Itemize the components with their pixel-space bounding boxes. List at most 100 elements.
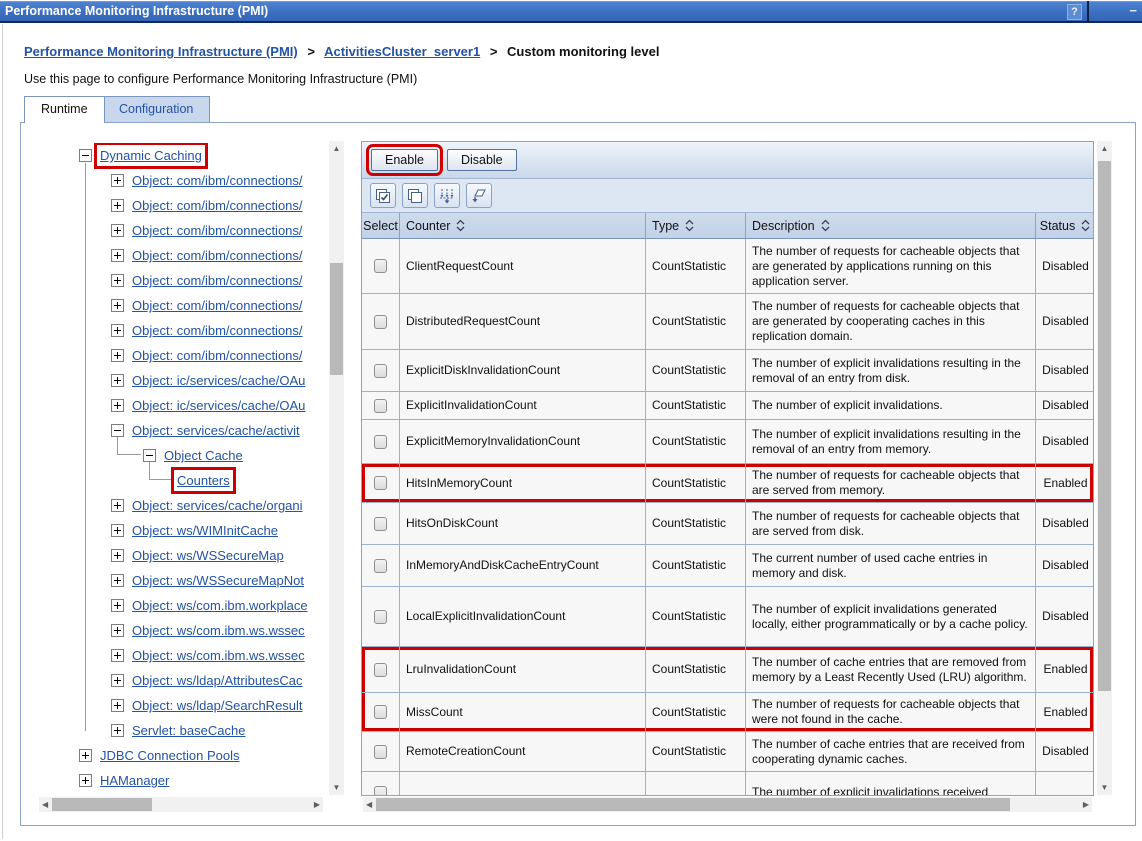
expand-icon[interactable] — [111, 599, 124, 612]
tree-link[interactable]: Object: com/ibm/connections/ — [132, 223, 303, 238]
sort-icon[interactable] — [455, 219, 466, 232]
tree-item[interactable]: Object: com/ibm/connections/ — [39, 168, 329, 193]
tree-item[interactable]: Object: com/ibm/connections/ — [39, 318, 329, 343]
column-header-status[interactable]: Status — [1036, 213, 1095, 238]
tab-configuration[interactable]: Configuration — [102, 96, 210, 123]
row-checkbox[interactable] — [374, 559, 387, 573]
collapse-icon[interactable] — [79, 149, 92, 162]
collapse-icon[interactable] — [111, 424, 124, 437]
expand-icon[interactable] — [111, 199, 124, 212]
select-all-icon[interactable] — [370, 183, 396, 208]
scroll-up-icon[interactable]: ▲ — [329, 144, 344, 153]
tree-link[interactable]: Object: com/ibm/connections/ — [132, 173, 303, 188]
expand-icon[interactable] — [111, 499, 124, 512]
expand-icon[interactable] — [111, 299, 124, 312]
help-icon[interactable]: ? — [1067, 4, 1082, 20]
sort-icon[interactable] — [820, 219, 831, 232]
tree-link[interactable]: Object: ic/services/cache/OAu — [132, 398, 305, 413]
expand-icon[interactable] — [111, 274, 124, 287]
tree-item[interactable]: Dynamic Caching — [39, 143, 329, 168]
clear-filter-icon[interactable] — [466, 183, 492, 208]
column-header-type[interactable]: Type — [646, 213, 746, 238]
tree-item[interactable]: Object: com/ibm/connections/ — [39, 218, 329, 243]
scroll-left-icon[interactable]: ◀ — [366, 800, 372, 809]
tree-item[interactable]: HAManager — [39, 768, 329, 793]
tree-item[interactable]: Object: ws/WSSecureMapNot — [39, 568, 329, 593]
tree-link[interactable]: Object: ws/WSSecureMapNot — [132, 573, 304, 588]
tree-link[interactable]: Object: ws/com.ibm.ws.wssec — [132, 623, 305, 638]
tree-horizontal-scrollbar[interactable]: ◀ ▶ — [39, 797, 323, 812]
tree-link[interactable]: Object: ic/services/cache/OAu — [132, 373, 305, 388]
expand-icon[interactable] — [111, 224, 124, 237]
tab-runtime[interactable]: Runtime — [24, 96, 105, 123]
tree-link[interactable]: Object: com/ibm/connections/ — [132, 323, 303, 338]
tree-vertical-scrollbar[interactable]: ▲ ▼ — [329, 141, 344, 795]
tree-item[interactable]: Object Cache — [39, 443, 329, 468]
tree-link[interactable]: Object: com/ibm/connections/ — [132, 273, 303, 288]
tree-item[interactable]: Object: ic/services/cache/OAu — [39, 393, 329, 418]
column-header-description[interactable]: Description — [746, 213, 1036, 238]
tree-item[interactable]: Object: ws/WIMInitCache — [39, 518, 329, 543]
expand-icon[interactable] — [111, 724, 124, 737]
tree-item[interactable]: Counters — [39, 468, 329, 493]
sort-icon[interactable] — [684, 219, 695, 232]
row-checkbox[interactable] — [374, 476, 387, 490]
row-checkbox[interactable] — [374, 786, 387, 796]
tree-link[interactable]: Dynamic Caching — [100, 148, 202, 163]
collapse-icon[interactable] — [143, 449, 156, 462]
expand-icon[interactable] — [111, 699, 124, 712]
tree-item[interactable]: JDBC Connection Pools — [39, 743, 329, 768]
expand-icon[interactable] — [111, 324, 124, 337]
tree-link[interactable]: Object: services/cache/activit — [132, 423, 300, 438]
row-checkbox[interactable] — [374, 745, 387, 759]
tree-item[interactable]: Object: com/ibm/connections/ — [39, 268, 329, 293]
tree-link[interactable]: Object: ws/ldap/AttributesCac — [132, 673, 303, 688]
show-filter-icon[interactable] — [434, 183, 460, 208]
tree-item[interactable]: Object: ws/com.ibm.workplace — [39, 593, 329, 618]
tree-link[interactable]: Object: com/ibm/connections/ — [132, 198, 303, 213]
expand-icon[interactable] — [79, 749, 92, 762]
scroll-right-icon[interactable]: ▶ — [1083, 800, 1089, 809]
tree-link[interactable]: Object: ws/WSSecureMap — [132, 548, 284, 563]
expand-icon[interactable] — [111, 549, 124, 562]
tree-link[interactable]: Object Cache — [164, 448, 243, 463]
scroll-left-icon[interactable]: ◀ — [42, 800, 48, 809]
expand-icon[interactable] — [111, 674, 124, 687]
tree-item[interactable]: Object: services/cache/organi — [39, 493, 329, 518]
tree-item[interactable]: Object: com/ibm/connections/ — [39, 193, 329, 218]
scrollbar-thumb[interactable] — [330, 263, 343, 375]
table-horizontal-scrollbar[interactable]: ◀ ▶ — [363, 797, 1092, 812]
expand-icon[interactable] — [111, 249, 124, 262]
column-header-counter[interactable]: Counter — [400, 213, 646, 238]
tree-item[interactable]: Object: services/cache/activit — [39, 418, 329, 443]
tree-item[interactable]: Object: com/ibm/connections/ — [39, 293, 329, 318]
tree-link[interactable]: HAManager — [100, 773, 169, 788]
row-checkbox[interactable] — [374, 705, 387, 719]
tree-link[interactable]: Servlet: baseCache — [132, 723, 245, 738]
scrollbar-thumb[interactable] — [1098, 161, 1111, 691]
breadcrumb-link-server[interactable]: ActivitiesCluster_server1 — [324, 44, 480, 59]
tree-item[interactable]: Object: ic/services/cache/OAu — [39, 368, 329, 393]
tree-link[interactable]: JDBC Connection Pools — [100, 748, 239, 763]
tree-link[interactable]: Object: ws/WIMInitCache — [132, 523, 278, 538]
row-checkbox[interactable] — [374, 259, 387, 273]
tree-link[interactable]: Object: services/cache/organi — [132, 498, 303, 513]
breadcrumb-link-pmi[interactable]: Performance Monitoring Infrastructure (P… — [24, 44, 298, 59]
tree-link[interactable]: Object: com/ibm/connections/ — [132, 298, 303, 313]
sort-icon[interactable] — [1080, 219, 1091, 232]
row-checkbox[interactable] — [374, 663, 387, 677]
tree-link[interactable]: Object: ws/com.ibm.ws.wssec — [132, 648, 305, 663]
table-vertical-scrollbar[interactable]: ▲ ▼ — [1097, 141, 1112, 795]
expand-icon[interactable] — [111, 649, 124, 662]
enable-button[interactable]: Enable — [371, 149, 438, 171]
tree-item[interactable]: Object: ws/WSSecureMap — [39, 543, 329, 568]
expand-icon[interactable] — [111, 574, 124, 587]
tree-link[interactable]: Object: ws/com.ibm.workplace — [132, 598, 308, 613]
tree-item[interactable]: Object: ws/com.ibm.ws.wssec — [39, 618, 329, 643]
expand-icon[interactable] — [111, 524, 124, 537]
tree-item[interactable]: Servlet: baseCache — [39, 718, 329, 743]
scroll-down-icon[interactable]: ▼ — [1097, 783, 1112, 792]
row-checkbox[interactable] — [374, 399, 387, 413]
tree-item[interactable]: Object: ws/com.ibm.ws.wssec — [39, 643, 329, 668]
row-checkbox[interactable] — [374, 315, 387, 329]
